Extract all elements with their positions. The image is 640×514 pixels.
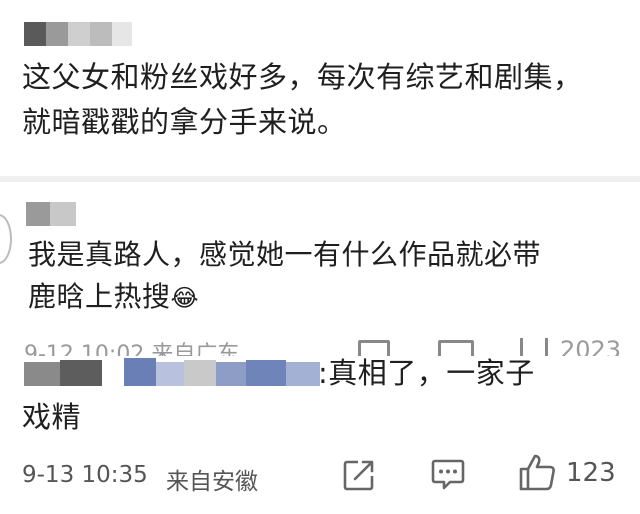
comment-2-meta: 9-12 10:02 来自广东 <box>24 342 240 356</box>
left-edge-arc <box>0 214 12 264</box>
comment-1-line-2: 就暗戳戳的拿分手来说。 <box>22 105 347 139</box>
comment-2-line-1: 我是真路人，感觉她一有什么作品就必带 <box>28 238 542 271</box>
comment-1-line-1: 这父女和粉丝戏好多，每次有综艺和剧集， <box>22 60 583 94</box>
comment-2-line-2: 鹿晗上热搜😂 <box>28 276 199 319</box>
reply-text-line-1: :真相了，一家子 <box>318 356 535 390</box>
reply-username-blurred[interactable] <box>24 356 320 388</box>
avatar-blurred[interactable] <box>24 22 132 46</box>
laughing-crying-emoji-icon: 😂 <box>170 284 200 312</box>
thumbs-up-icon[interactable] <box>518 452 556 492</box>
reply-date: 9-13 10:35 <box>22 462 148 488</box>
reply-like-count: 123 <box>566 458 616 488</box>
comment-2-like-count: 2023 <box>560 338 622 356</box>
share-icon[interactable] <box>342 458 376 492</box>
comment-2-line-2-text: 鹿晗上热搜 <box>28 280 171 313</box>
divider <box>0 176 640 182</box>
avatar-blurred-2[interactable] <box>26 202 76 226</box>
reply-text-line-2: 戏精 <box>22 400 82 434</box>
comment-icon[interactable] <box>430 456 466 492</box>
reply-location: 来自安徽 <box>166 469 258 495</box>
